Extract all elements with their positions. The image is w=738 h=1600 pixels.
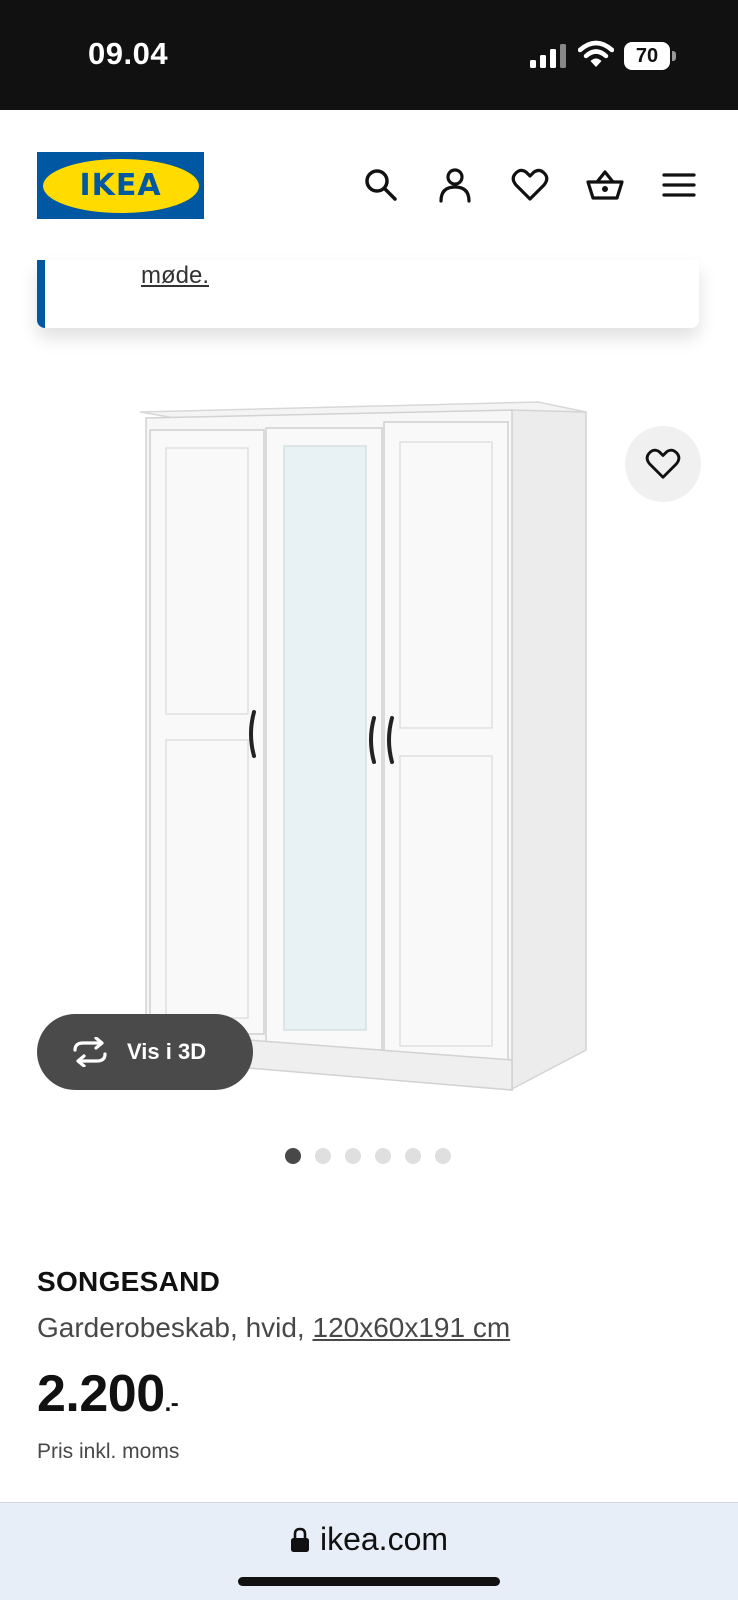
home-indicator[interactable] bbox=[238, 1577, 500, 1586]
rotate-3d-icon bbox=[73, 1037, 107, 1067]
gallery-dot[interactable] bbox=[405, 1148, 421, 1164]
basket-icon[interactable] bbox=[586, 166, 624, 204]
status-bar: 09.04 70 bbox=[0, 0, 738, 110]
price-suffix: .- bbox=[164, 1390, 179, 1417]
banner-link[interactable]: møde. bbox=[141, 262, 209, 290]
favourite-button[interactable] bbox=[625, 426, 701, 502]
product-description: Garderobeskab, hvid, 120x60x191 cm bbox=[37, 1312, 510, 1344]
logo-text: IKEA bbox=[79, 168, 162, 203]
view-3d-button[interactable]: Vis i 3D bbox=[37, 1014, 253, 1090]
account-icon[interactable] bbox=[436, 166, 474, 204]
product-name: SONGESAND bbox=[37, 1266, 221, 1297]
browser-address-bar[interactable]: ikea.com bbox=[0, 1502, 738, 1600]
info-banner: møde. bbox=[37, 260, 699, 328]
url-text: ikea.com bbox=[319, 1521, 449, 1557]
price-note: Pris inkl. moms bbox=[37, 1440, 180, 1463]
product-type: Garderobeskab, hvid, bbox=[37, 1312, 313, 1343]
battery-level: 70 bbox=[635, 45, 659, 67]
heart-icon[interactable] bbox=[511, 166, 549, 204]
site-header: IKEA bbox=[0, 110, 738, 260]
signal-icon bbox=[530, 44, 566, 68]
product-price: 2.200.- bbox=[37, 1364, 179, 1424]
ikea-logo[interactable]: IKEA bbox=[37, 152, 204, 219]
wifi-icon bbox=[578, 40, 614, 67]
search-icon[interactable] bbox=[362, 166, 400, 204]
price-value: 2.200 bbox=[37, 1365, 165, 1423]
menu-icon[interactable] bbox=[660, 166, 698, 204]
lock-icon bbox=[290, 1527, 309, 1552]
product-dimensions-link[interactable]: 120x60x191 cm bbox=[313, 1312, 511, 1343]
gallery-dot[interactable] bbox=[435, 1148, 451, 1164]
battery-icon: 70 bbox=[624, 42, 676, 70]
status-time: 09.04 bbox=[88, 36, 169, 71]
gallery-pagination bbox=[285, 1148, 451, 1164]
product-image[interactable] bbox=[138, 400, 600, 1112]
view-3d-label: Vis i 3D bbox=[127, 1039, 207, 1064]
gallery-dot[interactable] bbox=[345, 1148, 361, 1164]
heart-icon bbox=[645, 448, 681, 479]
gallery-dot[interactable] bbox=[315, 1148, 331, 1164]
gallery-dot[interactable] bbox=[285, 1148, 301, 1164]
gallery-dot[interactable] bbox=[375, 1148, 391, 1164]
